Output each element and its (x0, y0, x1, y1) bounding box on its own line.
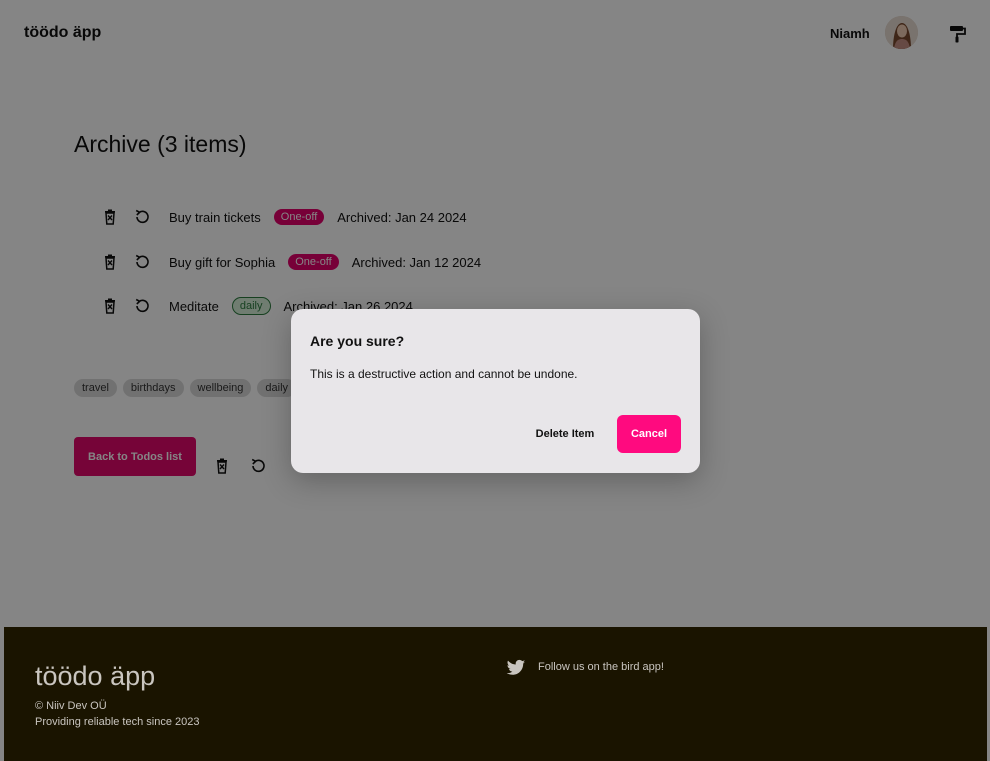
footer-follow-link[interactable]: Follow us on the bird app! (538, 661, 664, 673)
confirm-dialog: Are you sure? This is a destructive acti… (291, 309, 700, 473)
footer: töödo äpp © Niiv Dev OÜ Providing reliab… (4, 627, 987, 761)
dialog-title: Are you sure? (310, 333, 405, 349)
twitter-icon[interactable] (506, 659, 526, 677)
footer-copyright: © Niiv Dev OÜ (35, 700, 107, 712)
dialog-message: This is a destructive action and cannot … (310, 367, 578, 381)
cancel-button[interactable]: Cancel (617, 415, 681, 453)
footer-logo: töödo äpp (35, 661, 156, 691)
delete-item-button[interactable]: Delete Item (523, 415, 607, 453)
footer-tagline: Providing reliable tech since 2023 (35, 716, 200, 728)
